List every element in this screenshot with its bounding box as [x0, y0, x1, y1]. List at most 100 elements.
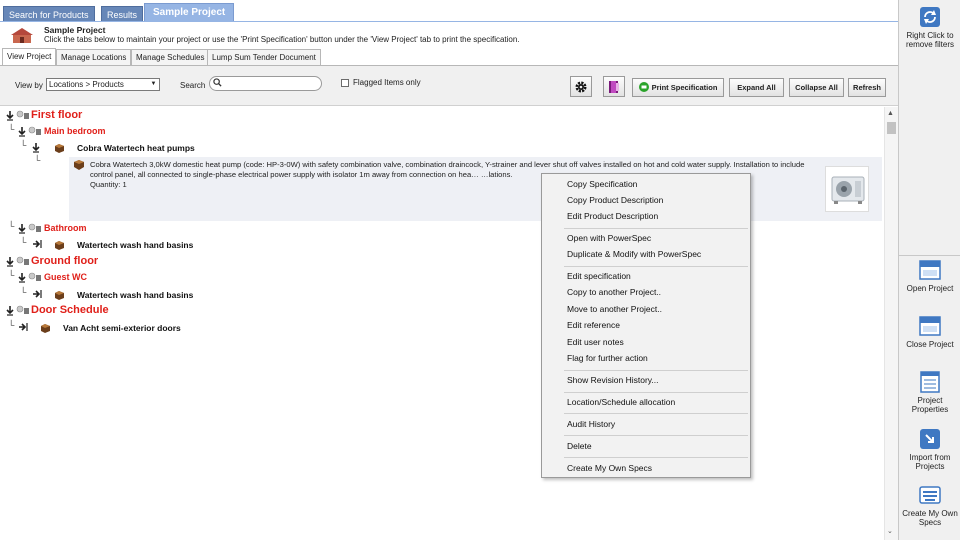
import-projects-button[interactable]: Import from Projects [899, 428, 960, 471]
product-thumbnail[interactable] [825, 166, 869, 212]
tab-results[interactable]: Results [101, 6, 144, 22]
expand-arrow-icon [6, 256, 29, 267]
tree-node-bathroom[interactable]: Bathroom [18, 223, 87, 236]
tree-node-wash-basins-1[interactable]: Watertech wash hand basins [32, 239, 193, 252]
import-icon [920, 429, 940, 449]
bookmark-button[interactable] [603, 76, 625, 97]
tree-node-main-bedroom[interactable]: Main bedroom [18, 126, 106, 139]
menu-item-duplicate-modify-powerspec[interactable]: Duplicate & Modify with PowerSpec [567, 249, 701, 259]
subtab-manage-locations[interactable]: Manage Locations [56, 49, 132, 65]
open-project-button[interactable]: Open Project [899, 259, 960, 293]
collapse-all-button[interactable]: Collapse All [789, 78, 844, 97]
menu-item-show-revision-history[interactable]: Show Revision History... [567, 375, 658, 385]
menu-item-copy-product-description[interactable]: Copy Product Description [567, 195, 663, 205]
location-label: Ground floor [31, 255, 99, 267]
tree-node-wash-basins-2[interactable]: Watertech wash hand basins [32, 289, 193, 302]
subtab-view-project[interactable]: View Project [2, 48, 57, 65]
tree-node-doors[interactable]: Van Acht semi-exterior doors [18, 322, 181, 335]
expand-arrow-icon [32, 143, 64, 153]
tree-connector: └ [34, 155, 41, 165]
chevron-down-icon: ▼ [150, 81, 157, 87]
view-by-label: View by [15, 81, 43, 90]
menu-item-copy-specification[interactable]: Copy Specification [567, 179, 637, 189]
menu-item-move-to-project[interactable]: Move to another Project.. [567, 304, 662, 314]
collapse-arrow-icon [33, 240, 64, 250]
scroll-thumb[interactable] [887, 122, 896, 134]
project-properties-button[interactable]: Project Properties [899, 371, 960, 414]
expand-arrow-icon [18, 272, 41, 283]
flagged-only-label: Flagged Items only [353, 78, 421, 87]
create-own-specs-button[interactable]: Create My Own Specs [899, 484, 960, 527]
expand-arrow-icon [6, 305, 29, 316]
tree-node-heat-pumps[interactable]: Cobra Watertech heat pumps [32, 142, 195, 155]
tree-connector: └ [8, 221, 15, 231]
menu-item-copy-to-project[interactable]: Copy to another Project.. [567, 287, 661, 297]
expand-all-button[interactable]: Expand All [729, 78, 784, 97]
print-specification-button[interactable]: Print Specification [632, 78, 724, 97]
menu-separator [564, 266, 748, 267]
search-icon [213, 78, 222, 87]
remove-filters-button[interactable]: Right Click to remove filters [899, 6, 960, 49]
menu-item-open-powerspec[interactable]: Open with PowerSpec [567, 233, 651, 243]
close-window-icon [919, 316, 941, 336]
toolbar: View by Locations > Products ▼ Search Fl… [0, 66, 898, 106]
right-sidebar: Right Click to remove filters Open Proje… [898, 0, 960, 540]
location-label: First floor [31, 109, 83, 121]
product-detail-panel[interactable]: Cobra Watertech 3,0kW domestic heat pump… [69, 157, 882, 221]
menu-item-edit-user-notes[interactable]: Edit user notes [567, 337, 624, 347]
menu-item-edit-reference[interactable]: Edit reference [567, 320, 620, 330]
product-label: Van Acht semi-exterior doors [63, 323, 181, 333]
close-project-button[interactable]: Close Project [899, 315, 960, 349]
menu-separator [564, 392, 748, 393]
scroll-down-icon[interactable]: ⌄ [887, 527, 893, 535]
menu-item-flag-for-action[interactable]: Flag for further action [567, 353, 648, 363]
menu-item-edit-specification[interactable]: Edit specification [567, 271, 631, 281]
menu-item-delete[interactable]: Delete [567, 441, 592, 451]
heat-pump-image-icon [831, 176, 865, 204]
tree-connector: └ [8, 270, 15, 280]
search-input[interactable] [209, 76, 322, 91]
book-icon [609, 81, 619, 93]
page-title: Sample Project [44, 25, 106, 35]
subtab-lump-sum-tender[interactable]: Lump Sum Tender Document [207, 49, 321, 65]
menu-separator [564, 228, 748, 229]
tree-node-guest-wc[interactable]: Guest WC [18, 272, 87, 285]
top-tab-bar: Search for Products Results Sample Proje… [0, 0, 900, 22]
keyboard-icon [919, 486, 941, 504]
expand-arrow-icon [18, 223, 41, 234]
settings-button[interactable] [570, 76, 592, 97]
import-projects-label: Import from Projects [909, 453, 951, 471]
product-label: Watertech wash hand basins [77, 240, 194, 250]
scroll-up-icon[interactable]: ▲ [887, 110, 894, 117]
tree-connector: └ [8, 124, 15, 134]
menu-item-location-schedule-allocation[interactable]: Location/Schedule allocation [567, 397, 675, 407]
menu-item-audit-history[interactable]: Audit History [567, 419, 615, 429]
gear-icon [575, 81, 587, 93]
product-label: Watertech wash hand basins [77, 290, 194, 300]
flagged-only-checkbox[interactable] [341, 79, 349, 87]
tree-node-door-schedule[interactable]: Door Schedule [6, 304, 109, 318]
close-project-label: Close Project [906, 340, 954, 349]
collapse-arrow-icon [33, 290, 64, 300]
menu-separator [564, 435, 748, 436]
menu-separator [564, 370, 748, 371]
expand-arrow-icon [18, 126, 41, 137]
tree-node-first-floor[interactable]: First floor [6, 109, 82, 123]
menu-item-create-own-specs[interactable]: Create My Own Specs [567, 463, 652, 473]
tree-connector: └ [8, 320, 15, 330]
tree-scrollbar[interactable]: ▲ ⌄ [884, 107, 898, 540]
printer-icon [638, 82, 649, 92]
search-label: Search [180, 81, 206, 90]
context-menu: Copy Specification Copy Product Descript… [541, 173, 751, 478]
refresh-filter-icon [920, 7, 940, 27]
subtab-manage-schedules[interactable]: Manage Schedules [131, 49, 210, 65]
location-label: Guest WC [44, 272, 88, 282]
tab-sample-project[interactable]: Sample Project [144, 3, 235, 22]
tree-connector: └ [20, 140, 27, 150]
menu-item-edit-product-description[interactable]: Edit Product Description [567, 211, 658, 221]
tab-search-for-products[interactable]: Search for Products [3, 6, 95, 22]
refresh-button[interactable]: Refresh [848, 78, 886, 97]
product-label: Cobra Watertech heat pumps [77, 143, 195, 153]
view-by-select[interactable]: Locations > Products ▼ [46, 78, 160, 91]
tree-node-ground-floor[interactable]: Ground floor [6, 255, 98, 269]
